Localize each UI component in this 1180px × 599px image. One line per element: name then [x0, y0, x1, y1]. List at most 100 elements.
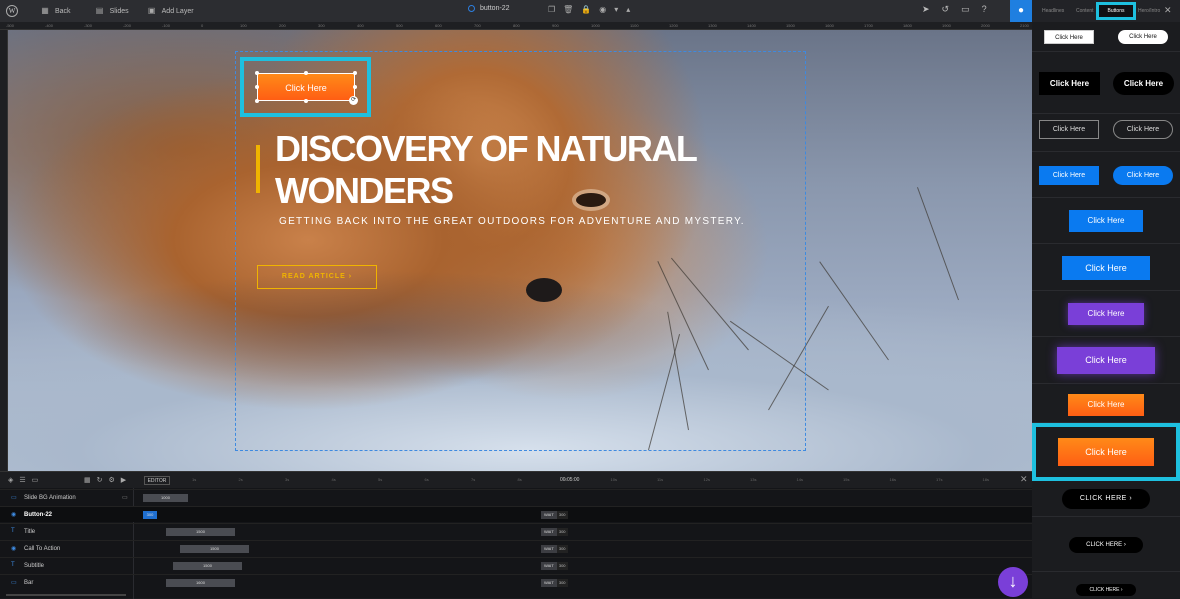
- arrow-down-icon[interactable]: ↓: [998, 567, 1028, 597]
- preset-button[interactable]: Click Here: [1069, 210, 1143, 232]
- toolbar-right: ➤ ↺ ▭ ?: [922, 4, 987, 15]
- wait-badge[interactable]: WAIT 300: [541, 528, 568, 536]
- loop-icon[interactable]: ↻: [97, 476, 103, 484]
- resize-handle[interactable]: [353, 71, 357, 75]
- layers-icon[interactable]: ◈: [8, 476, 13, 484]
- tab-hero-intro[interactable]: Hero/Intro: [1138, 8, 1160, 14]
- chevron-down-icon[interactable]: ▾: [614, 5, 618, 14]
- preset-button-label: CLICK HERE: [1079, 495, 1127, 502]
- selected-layer-name[interactable]: button-22: [468, 5, 510, 12]
- preset-button[interactable]: Click Here: [1039, 120, 1099, 139]
- help-icon[interactable]: ?: [982, 4, 987, 15]
- preset-button-label: CLICK HERE: [1089, 587, 1120, 593]
- resize-handle[interactable]: [304, 71, 308, 75]
- slide-click-here-button[interactable]: Click Here: [257, 73, 355, 101]
- preset-button[interactable]: Click Here: [1068, 303, 1144, 325]
- selected-preset-highlight: Click Here: [1032, 423, 1180, 481]
- ruler-tick: 1200: [669, 23, 678, 28]
- lock-icon[interactable]: 🔒: [581, 5, 591, 14]
- preset-button[interactable]: Click Here: [1118, 30, 1168, 44]
- chevron-right-icon: ›: [1123, 542, 1126, 548]
- timeline-bar[interactable]: 300: [143, 511, 157, 519]
- wordpress-logo-icon[interactable]: W: [6, 5, 18, 17]
- timeline-row[interactable]: ◉ Call To Action 1500 WAIT 300: [0, 540, 1032, 556]
- play-icon[interactable]: ▶: [121, 476, 126, 484]
- add-layer-button[interactable]: ▣ Add Layer: [147, 6, 194, 16]
- slide-subtitle[interactable]: GETTING BACK INTO THE GREAT OUTDOORS FOR…: [279, 216, 745, 227]
- timeline-row[interactable]: ▭ Slide BG Animation ▭ 1000: [0, 489, 1032, 505]
- timeline-bar[interactable]: 1500: [173, 562, 242, 570]
- timeline-row-active[interactable]: ◉ Button-22 300 WAIT 300: [0, 506, 1032, 522]
- undo-icon[interactable]: ↺: [942, 4, 950, 15]
- slide-canvas[interactable]: Click Here ⟳ DISCOVERY OF NATURAL WONDER…: [8, 30, 1032, 471]
- slides-label: Slides: [109, 7, 129, 15]
- read-article-button[interactable]: READ ARTICLE ›: [257, 265, 377, 289]
- folder-icon[interactable]: ▭: [32, 476, 39, 484]
- preset-button-selected[interactable]: Click Here: [1058, 438, 1154, 466]
- preset-button[interactable]: Click Here: [1113, 166, 1173, 185]
- timeline-row[interactable]: ▭ Bar 1600 WAIT 300: [0, 574, 1032, 590]
- resize-handle[interactable]: [255, 99, 259, 103]
- grass-blade: [819, 261, 889, 361]
- timeline-row-label: Bar: [24, 580, 34, 586]
- add-layer-label: Add Layer: [161, 7, 194, 15]
- cursor-icon[interactable]: ➤: [922, 4, 930, 15]
- slide-title[interactable]: DISCOVERY OF NATURAL WONDERS: [275, 128, 745, 212]
- preset-button[interactable]: Click Here: [1057, 347, 1155, 374]
- wait-badge[interactable]: WAIT 300: [541, 579, 568, 587]
- timeline-second-tick: 13s: [750, 477, 757, 482]
- desktop-icon[interactable]: ▭: [961, 4, 970, 15]
- timeline-row[interactable]: T Subtitle 1500 WAIT 300: [0, 557, 1032, 573]
- timeline-bar[interactable]: 1500: [180, 545, 249, 553]
- button-preset-row: Click Here Click Here: [1032, 52, 1180, 114]
- resize-handle[interactable]: [255, 85, 259, 89]
- timeline-panel: ◈ ☰ ▭ ▦ ↻ ⚙ ▶ EDITOR 00:05:00 ✕ 1s 2s 3s 4s…: [0, 471, 1032, 599]
- preset-button[interactable]: Click Here: [1039, 166, 1099, 185]
- droplet-icon[interactable]: ●: [1010, 0, 1032, 22]
- tab-headlines[interactable]: Headlines: [1042, 8, 1064, 14]
- grid-icon[interactable]: ▦: [84, 476, 91, 484]
- ruler-tick: 1800: [903, 23, 912, 28]
- close-icon[interactable]: ✕: [1020, 474, 1028, 485]
- timeline-bar[interactable]: 1500: [166, 528, 235, 536]
- resize-handle[interactable]: [304, 99, 308, 103]
- wait-badge[interactable]: WAIT 300: [541, 562, 568, 570]
- ruler-tick: 1700: [864, 23, 873, 28]
- tab-buttons[interactable]: Buttons: [1096, 2, 1136, 20]
- chevron-up-icon[interactable]: ▴: [626, 5, 630, 14]
- wait-badge[interactable]: WAIT 300: [541, 545, 568, 553]
- trash-icon[interactable]: 🗑: [563, 5, 573, 14]
- editor-tag[interactable]: EDITOR: [144, 476, 170, 485]
- rotate-handle-icon[interactable]: ⟳: [349, 96, 358, 105]
- preset-button[interactable]: Click Here: [1062, 256, 1150, 280]
- eye-icon[interactable]: ◉: [599, 5, 606, 14]
- settings-icon[interactable]: ⚙: [109, 476, 115, 484]
- preset-button[interactable]: CLICK HERE ›: [1076, 584, 1136, 596]
- resize-handle[interactable]: [255, 71, 259, 75]
- slides-button[interactable]: ▤ Slides: [95, 6, 129, 16]
- timeline-row[interactable]: T Title 1500 WAIT 300: [0, 523, 1032, 539]
- ruler-tick: 1900: [942, 23, 951, 28]
- button-preset-row: Click Here: [1032, 384, 1180, 423]
- folder-icon[interactable]: ▭: [122, 494, 128, 501]
- close-icon[interactable]: ✕: [1164, 5, 1172, 16]
- preset-button[interactable]: CLICK HERE ›: [1062, 489, 1150, 509]
- preset-button[interactable]: Click Here: [1113, 72, 1174, 95]
- preset-button[interactable]: Click Here: [1039, 72, 1100, 95]
- wait-badge[interactable]: WAIT 300: [541, 511, 568, 519]
- ruler-tick: 900: [552, 23, 559, 28]
- tab-content[interactable]: Content: [1076, 8, 1094, 14]
- preset-button[interactable]: Click Here: [1113, 120, 1173, 139]
- resize-handle[interactable]: [353, 85, 357, 89]
- list-icon[interactable]: ☰: [19, 476, 25, 484]
- preset-button[interactable]: Click Here: [1044, 30, 1094, 44]
- copy-icon[interactable]: ❐: [548, 5, 555, 14]
- preset-button[interactable]: CLICK HERE ›: [1069, 537, 1143, 553]
- grass-blade: [916, 187, 959, 301]
- button-preset-row: CLICK HERE ›: [1032, 572, 1180, 598]
- timeline-bar[interactable]: 1600: [166, 579, 235, 587]
- timeline-bar[interactable]: 1000: [143, 494, 188, 502]
- back-button[interactable]: ▦ Back: [40, 6, 70, 16]
- preset-button[interactable]: Click Here: [1068, 394, 1144, 416]
- timeline-scrollbar[interactable]: [6, 594, 126, 596]
